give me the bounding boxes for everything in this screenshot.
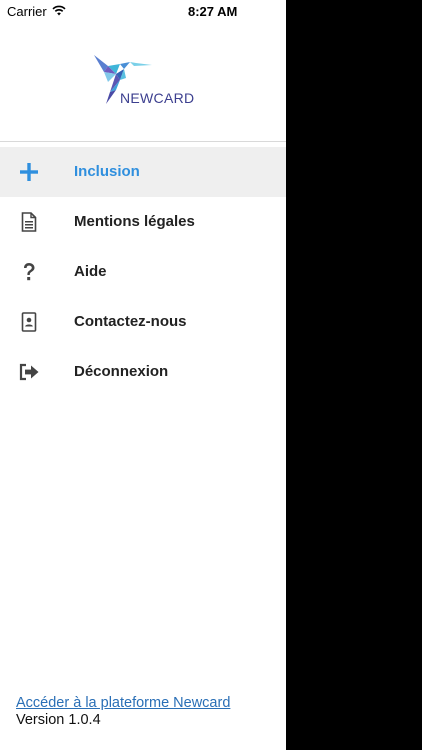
document-icon [17, 210, 41, 234]
menu-item-inclusion[interactable]: Inclusion [0, 147, 286, 197]
carrier-label: Carrier [7, 4, 47, 19]
wifi-icon [52, 4, 66, 19]
menu-item-label: Mentions légales [74, 213, 195, 230]
dimmed-overlay[interactable] [286, 0, 422, 750]
contact-card-icon [17, 310, 41, 334]
status-carrier: Carrier [7, 4, 66, 19]
drawer-footer: Accéder à la plateforme Newcard Version … [16, 695, 230, 729]
logo-text: NEWCARD [120, 90, 195, 106]
newcard-logo: NEWCARD [86, 52, 198, 112]
navigation-drawer: Carrier 8:27 AM NEWCARD Inclusion Mentio… [0, 0, 286, 750]
menu-item-contactez-nous[interactable]: Contactez-nous [0, 297, 286, 347]
header-divider [0, 141, 286, 142]
sign-out-icon [17, 360, 41, 384]
status-time: 8:27 AM [188, 4, 238, 19]
menu-item-label: Contactez-nous [74, 313, 187, 330]
question-icon [17, 260, 41, 284]
status-bar: Carrier 8:27 AM [0, 0, 286, 22]
menu-item-mentions-legales[interactable]: Mentions légales [0, 197, 286, 247]
menu-item-label: Déconnexion [74, 363, 169, 380]
app-version: Version 1.0.4 [16, 712, 101, 728]
menu-item-label: Aide [74, 263, 107, 280]
side-menu: Inclusion Mentions légales Aide Contacte… [0, 147, 286, 397]
menu-item-deconnexion[interactable]: Déconnexion [0, 347, 286, 397]
platform-link[interactable]: Accéder à la plateforme Newcard [16, 695, 230, 712]
plus-icon [17, 160, 41, 184]
menu-item-aide[interactable]: Aide [0, 247, 286, 297]
menu-item-label: Inclusion [74, 163, 140, 180]
